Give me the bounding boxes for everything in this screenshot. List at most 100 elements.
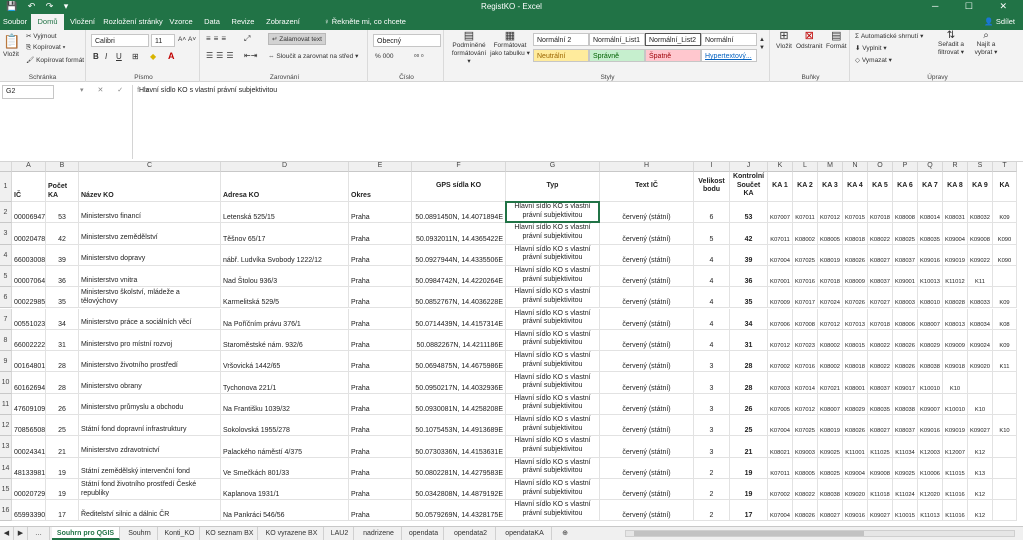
ka-cell[interactable]: K07004 <box>768 500 793 522</box>
header-cell[interactable]: Název KO <box>79 172 221 202</box>
font-name-select[interactable]: Calibri <box>91 34 149 47</box>
font-shrink-button[interactable]: A˅ <box>188 36 196 43</box>
text-ic-cell[interactable]: červený (státní) <box>600 457 694 479</box>
ka-cell[interactable]: K08029 <box>918 329 943 352</box>
checksum-cell[interactable]: 19 <box>730 457 768 479</box>
ka-cell[interactable]: K07013 <box>843 308 868 330</box>
gps-cell[interactable]: 50.0984742N, 14.4220264E <box>412 265 506 288</box>
text-ic-cell[interactable]: červený (státní) <box>600 202 694 224</box>
ka-cell[interactable]: K08018 <box>843 351 868 373</box>
ka-cell[interactable]: K08022 <box>868 223 893 245</box>
ic-cell[interactable]: 47609109 <box>12 393 46 415</box>
currency-percent-buttons[interactable]: % 000 <box>375 53 393 60</box>
column-header-k[interactable]: K <box>768 162 793 172</box>
sheet-tab[interactable]: opendata <box>404 527 444 540</box>
ka-cell[interactable]: K07017 <box>793 287 818 309</box>
formula-input[interactable]: Hlavní sídlo KO s vlastní právní subjekt… <box>132 85 1020 159</box>
wrap-text-button[interactable]: ↵ Zalamovat text <box>268 33 326 45</box>
district-cell[interactable]: Praha <box>349 244 412 266</box>
header-cell[interactable]: KA 3 <box>818 172 843 202</box>
sheet-tab[interactable]: LAU2 <box>326 527 354 540</box>
select-all-corner[interactable] <box>0 162 12 172</box>
point-size-cell[interactable]: 6 <box>694 202 730 224</box>
ka-cell[interactable]: K09 <box>993 287 1017 309</box>
ka-cell[interactable]: K08005 <box>793 457 818 479</box>
column-header-d[interactable]: D <box>221 162 349 172</box>
ic-cell[interactable]: 66002222 <box>12 329 46 352</box>
next-sheet-icon[interactable]: ▶ <box>14 527 28 540</box>
ka-count-cell[interactable]: 28 <box>46 351 79 373</box>
checksum-cell[interactable]: 28 <box>730 372 768 394</box>
gps-cell[interactable]: 50.0930081N, 14.4258208E <box>412 393 506 415</box>
column-header-i[interactable]: I <box>694 162 730 172</box>
conditional-formatting-button[interactable]: ▤ Podmíněné formátování ▾ <box>450 31 488 66</box>
ka-cell[interactable]: K08019 <box>818 415 843 437</box>
ka-cell[interactable]: K08038 <box>893 393 918 415</box>
sheet-tab[interactable]: KO seznam BX <box>202 527 258 540</box>
ic-cell[interactable]: 70856508 <box>12 415 46 437</box>
checksum-cell[interactable]: 35 <box>730 287 768 309</box>
ka-cell[interactable]: K08035 <box>918 223 943 245</box>
ka-cell[interactable]: K09 <box>993 202 1017 224</box>
ka-cell[interactable]: K08035 <box>868 393 893 415</box>
ka-cell[interactable]: K09019 <box>943 244 968 266</box>
ka-count-cell[interactable]: 39 <box>46 244 79 266</box>
style-bad[interactable]: Špatně <box>645 49 701 62</box>
checksum-cell[interactable]: 28 <box>730 351 768 373</box>
header-cell[interactable]: Text IČ <box>600 172 694 202</box>
ka-cell[interactable]: K11001 <box>843 436 868 458</box>
row-header[interactable]: 16 <box>0 500 12 522</box>
column-header-f[interactable]: F <box>412 162 506 172</box>
column-header-l[interactable]: L <box>793 162 818 172</box>
name-cell[interactable]: Státní fond dopravní infrastruktury <box>79 415 221 437</box>
ka-cell[interactable]: K07004 <box>768 415 793 437</box>
text-ic-cell[interactable]: červený (státní) <box>600 415 694 437</box>
row-header[interactable]: 9 <box>0 351 12 373</box>
ka-cell[interactable]: K10015 <box>893 500 918 522</box>
column-header-a[interactable]: A <box>12 162 46 172</box>
address-cell[interactable]: Na Pankráci 546/56 <box>221 500 349 522</box>
style-normal-list2[interactable]: Normální_List2 <box>645 33 701 46</box>
ka-cell[interactable]: K07012 <box>818 202 843 224</box>
sheet-tab[interactable]: opendataKA <box>498 527 552 540</box>
ka-cell[interactable] <box>993 500 1017 522</box>
gps-cell[interactable]: 50.0852767N, 14.4036228E <box>412 287 506 309</box>
ka-cell[interactable]: K07011 <box>793 202 818 224</box>
text-ic-cell[interactable]: červený (státní) <box>600 372 694 394</box>
address-cell[interactable]: Těšnov 65/17 <box>221 223 349 245</box>
ka-cell[interactable]: K11016 <box>943 500 968 522</box>
name-cell[interactable]: Ministerstvo zdravotnictví <box>79 436 221 458</box>
ka-cell[interactable]: K11012 <box>943 265 968 288</box>
point-size-cell[interactable]: 4 <box>694 265 730 288</box>
checksum-cell[interactable]: 36 <box>730 265 768 288</box>
autosum-button[interactable]: Σ Automatické shrnutí ▾ <box>855 32 923 40</box>
address-cell[interactable]: Vršovická 1442/65 <box>221 351 349 373</box>
type-cell[interactable]: Hlavní sídlo KO s vlastní právní subjekt… <box>506 393 600 415</box>
ka-cell[interactable]: K08026 <box>843 415 868 437</box>
checksum-cell[interactable]: 17 <box>730 500 768 522</box>
ka-cell[interactable]: K08021 <box>768 436 793 458</box>
ka-cell[interactable]: K12007 <box>943 436 968 458</box>
tab-view[interactable]: Zobrazení <box>262 14 304 30</box>
ka-cell[interactable]: K08009 <box>843 265 868 288</box>
ic-cell[interactable]: 66003008 <box>12 244 46 266</box>
text-ic-cell[interactable]: červený (státní) <box>600 478 694 501</box>
type-cell[interactable]: Hlavní sídlo KO s vlastní právní subjekt… <box>506 478 600 501</box>
ka-cell[interactable]: K10 <box>943 372 968 394</box>
ka-cell[interactable]: K09027 <box>968 415 993 437</box>
text-ic-cell[interactable]: červený (státní) <box>600 436 694 458</box>
style-good[interactable]: Správně <box>589 49 645 62</box>
row-header[interactable]: 12 <box>0 415 12 437</box>
address-cell[interactable]: Tychonova 221/1 <box>221 372 349 394</box>
row-header[interactable]: 14 <box>0 457 12 479</box>
tab-insert[interactable]: Vložení <box>66 14 99 30</box>
row-header[interactable]: 10 <box>0 372 12 394</box>
text-ic-cell[interactable]: červený (státní) <box>600 351 694 373</box>
ka-cell[interactable]: K08027 <box>868 415 893 437</box>
horizontal-align-icons[interactable]: ☰☰☰ <box>206 51 237 60</box>
ka-cell[interactable] <box>993 393 1017 415</box>
ka-count-cell[interactable]: 31 <box>46 329 79 352</box>
point-size-cell[interactable]: 3 <box>694 415 730 437</box>
font-size-select[interactable]: 11 <box>151 34 175 47</box>
sheet-tab[interactable]: KO vyrazene BX <box>260 527 324 540</box>
